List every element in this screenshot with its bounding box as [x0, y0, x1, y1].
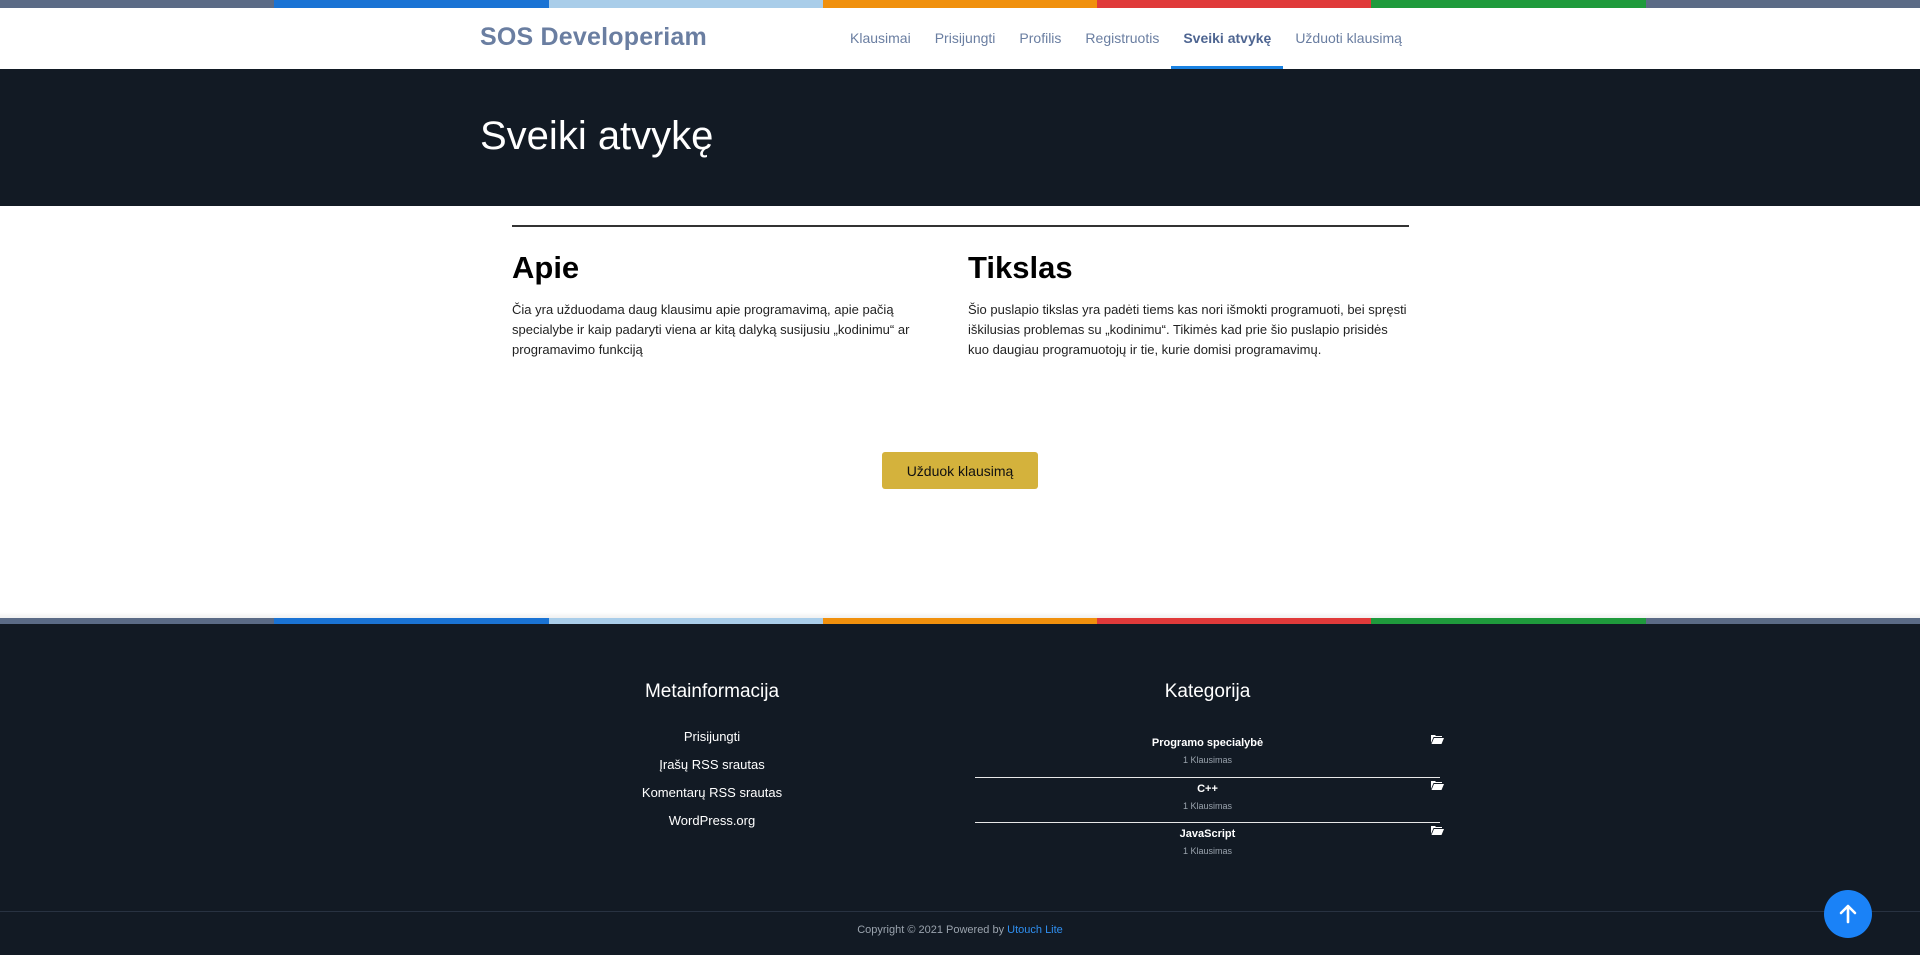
footer-color-stripe [0, 618, 1920, 624]
meta-link-login[interactable]: Prisijungti [612, 729, 812, 757]
copyright-prefix: Copyright © 2021 Powered by [857, 924, 1008, 936]
meta-link-comments-rss[interactable]: Komentarų RSS srautas [612, 785, 812, 813]
nav-item-registruotis[interactable]: Registruotis [1073, 8, 1171, 69]
scroll-to-top-button[interactable] [1824, 890, 1872, 938]
category-item[interactable]: Programo specialybė 1 Klausimas [975, 732, 1444, 777]
about-heading: Apie [512, 250, 580, 285]
stripe-segment [1371, 618, 1646, 624]
stripe-segment [822, 618, 1098, 624]
content-divider [512, 225, 1409, 227]
category-count: 1 Klausimas [1182, 801, 1233, 811]
category-count: 1 Klausimas [1182, 755, 1233, 765]
category-count: 1 Klausimas [1182, 846, 1233, 856]
site-footer: Metainformacija Prisijungti Įrašų RSS sr… [0, 618, 1920, 955]
stripe-segment [548, 0, 823, 8]
folder-open-icon [1431, 735, 1444, 744]
stripe-segment [822, 0, 1098, 8]
category-name[interactable]: JavaScript [975, 823, 1440, 840]
goal-section: Tikslas Šio puslapio tikslas yra padėti … [968, 250, 1410, 360]
nav-item-uzduoti-klausima[interactable]: Užduoti klausimą [1283, 8, 1414, 69]
footer-divider [0, 911, 1920, 912]
ask-question-button[interactable]: Užduok klausimą [882, 452, 1038, 489]
nav-item-profilis[interactable]: Profilis [1007, 8, 1073, 69]
stripe-segment [1371, 0, 1646, 8]
meta-link-wordpress[interactable]: WordPress.org [612, 813, 812, 841]
main-nav: Klausimai Prisijungti Profilis Registruo… [838, 8, 1414, 69]
about-text: Čia yra užduodama daug klausimu apie pro… [512, 302, 910, 357]
copyright-text: Copyright © 2021 Powered by Utouch Lite [0, 924, 1920, 936]
stripe-segment [1097, 0, 1372, 8]
categories-heading: Kategorija [1164, 681, 1251, 702]
arrow-up-icon [1839, 904, 1857, 924]
site-header: SOS Developeriam Klausimai Prisijungti P… [0, 8, 1920, 69]
meta-widget: Metainformacija Prisijungti Įrašų RSS sr… [612, 681, 812, 841]
stripe-segment [0, 618, 275, 624]
categories-widget: Kategorija Programo specialybė 1 Klausim… [975, 681, 1445, 867]
stripe-segment [1645, 0, 1920, 8]
goal-heading: Tikslas [968, 250, 1073, 285]
stripe-segment [0, 0, 275, 8]
meta-link-entries-rss[interactable]: Įrašų RSS srautas [612, 757, 812, 785]
page-title: Sveiki atvykę [480, 114, 714, 158]
nav-item-sveiki-atvyke[interactable]: Sveiki atvykę [1171, 8, 1284, 69]
stripe-segment [1645, 618, 1920, 624]
category-item[interactable]: JavaScript 1 Klausimas [975, 822, 1444, 867]
stripe-segment [274, 0, 549, 8]
category-item[interactable]: C++ 1 Klausimas [975, 777, 1444, 822]
hero-banner: Sveiki atvykę [0, 69, 1920, 206]
theme-credit-link[interactable]: Utouch Lite [1007, 924, 1063, 936]
meta-heading: Metainformacija [644, 681, 780, 702]
category-name[interactable]: C++ [975, 778, 1440, 795]
brand-logo-link[interactable]: SOS Developeriam [480, 23, 707, 52]
folder-open-icon [1431, 781, 1444, 790]
nav-item-klausimai[interactable]: Klausimai [838, 8, 923, 69]
top-color-stripe [0, 0, 1920, 8]
stripe-segment [548, 618, 823, 624]
stripe-segment [1097, 618, 1372, 624]
category-name[interactable]: Programo specialybė [975, 732, 1440, 749]
folder-open-icon [1431, 826, 1444, 835]
about-section: Apie Čia yra užduodama daug klausimu api… [512, 250, 932, 360]
nav-item-prisijungti[interactable]: Prisijungti [923, 8, 1008, 69]
stripe-segment [274, 618, 549, 624]
goal-text: Šio puslapio tikslas yra padėti tiems ka… [968, 302, 1407, 357]
